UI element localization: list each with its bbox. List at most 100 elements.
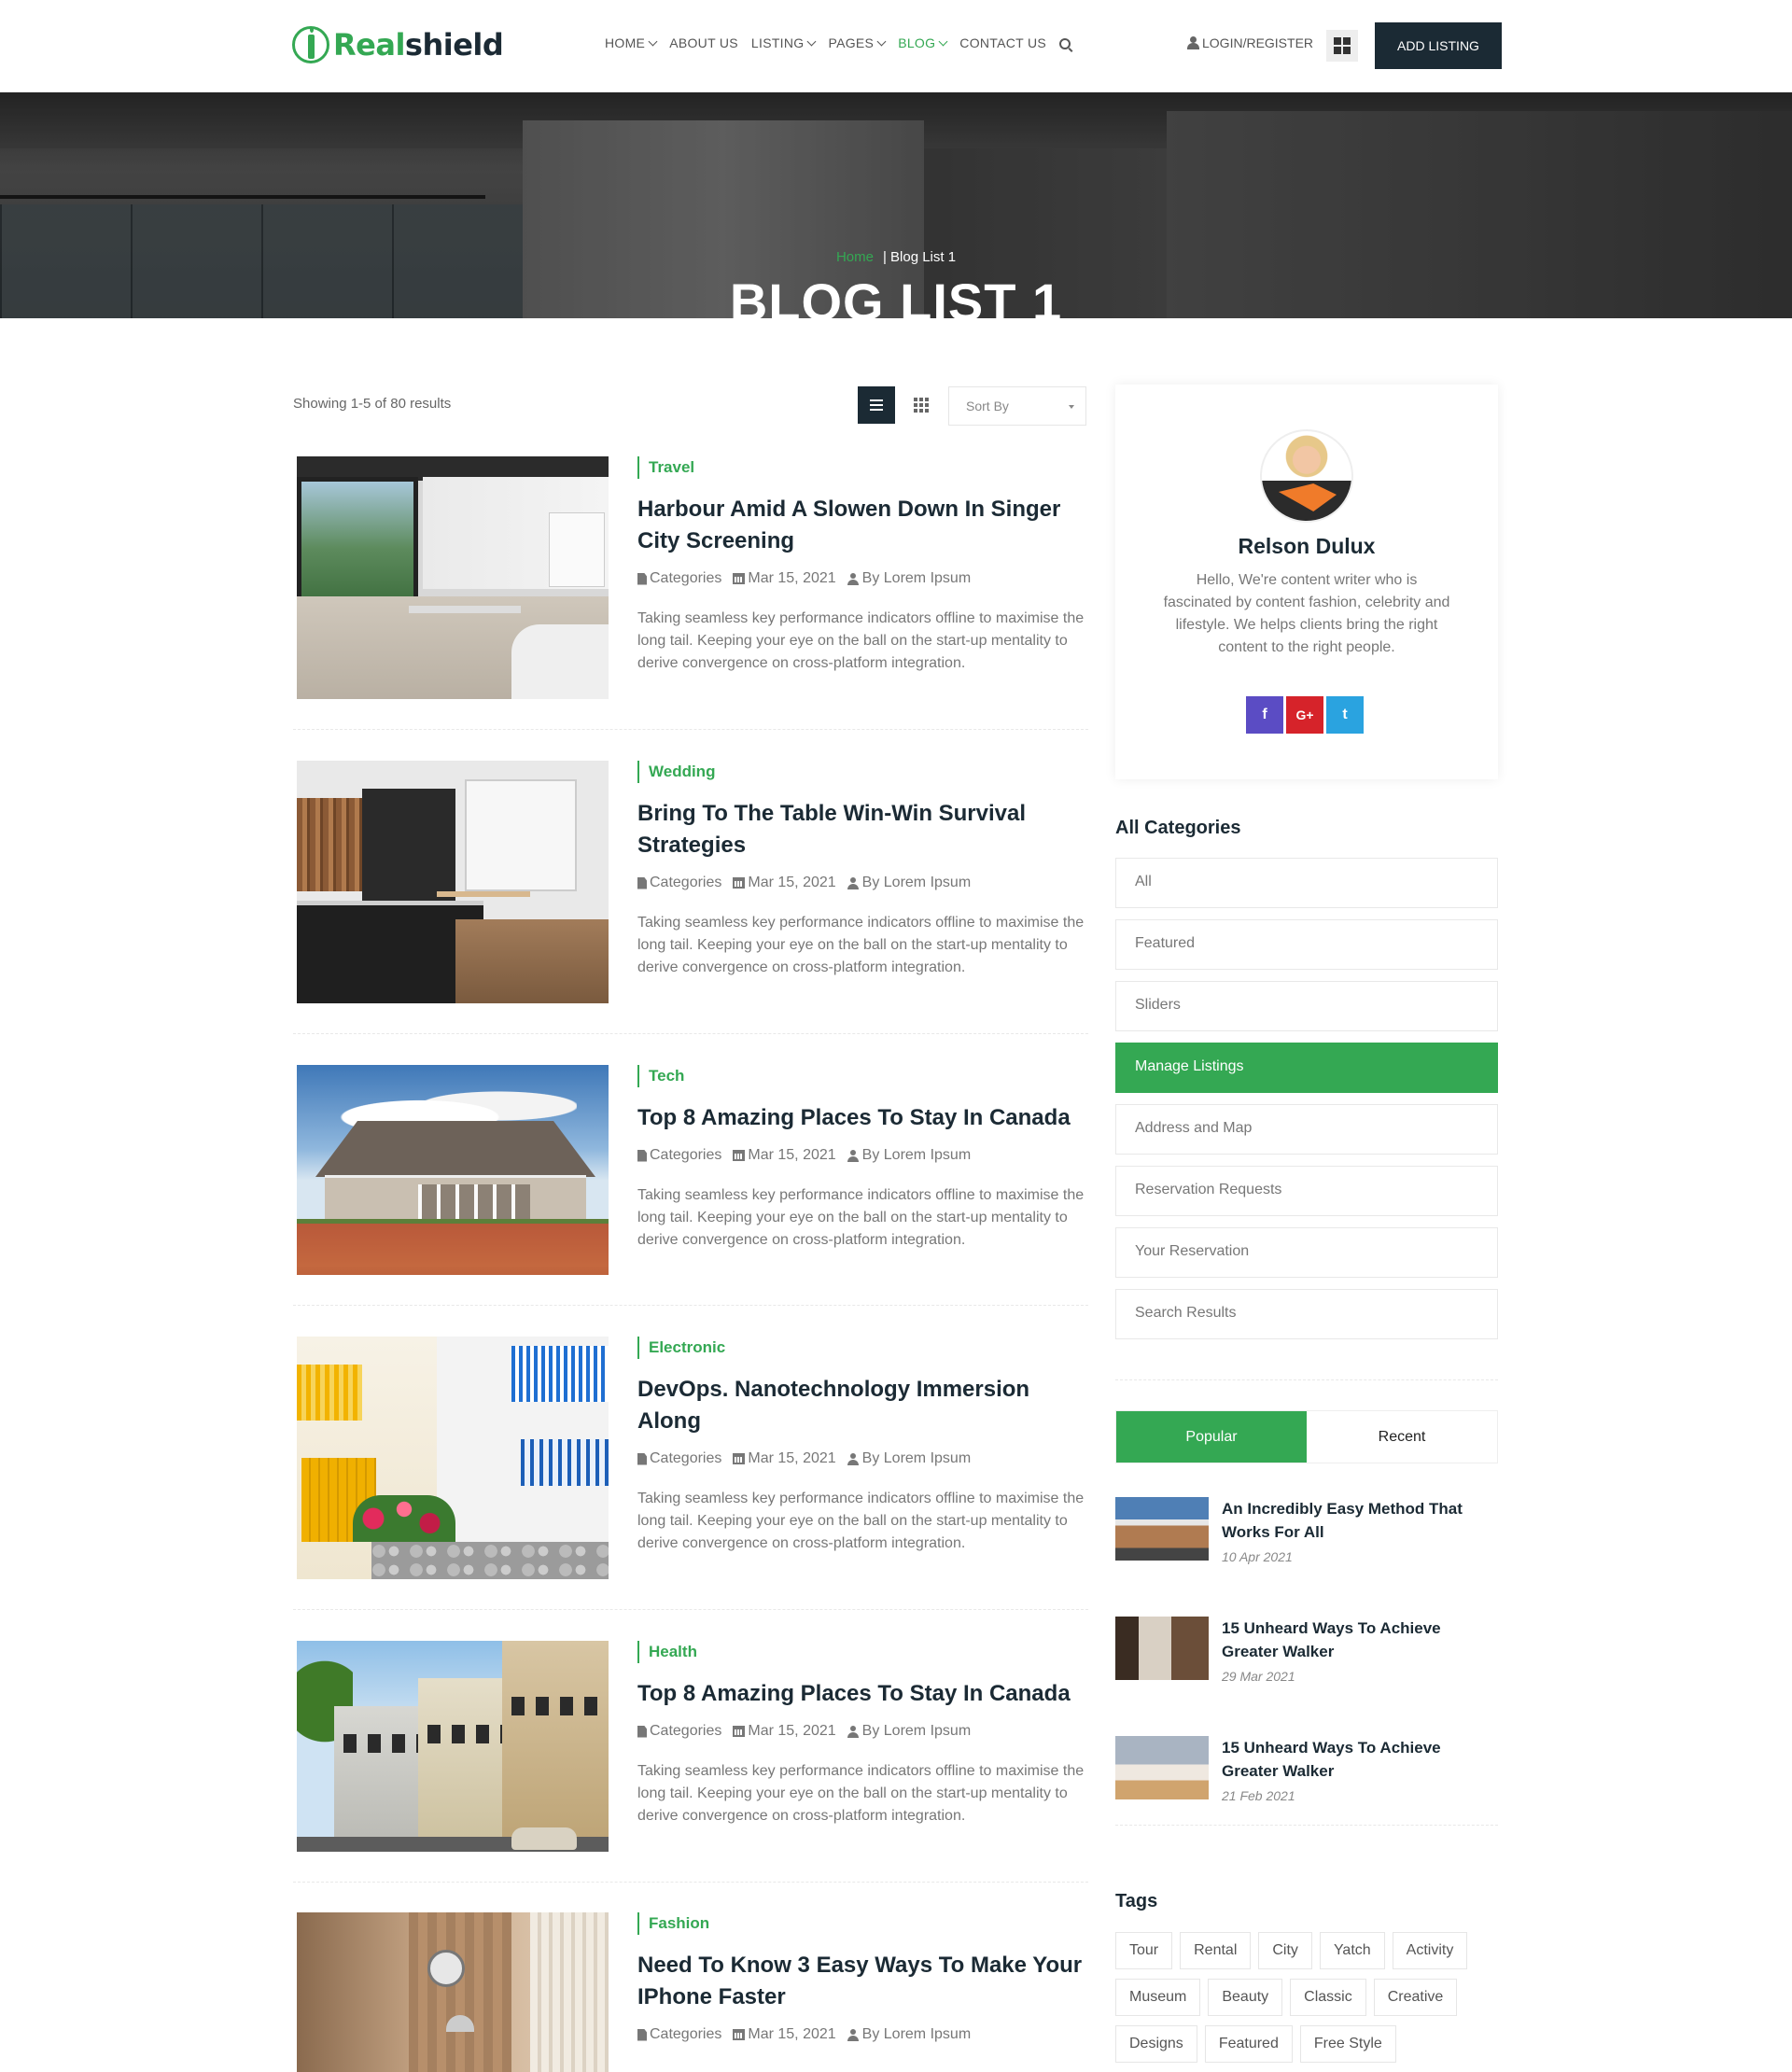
post-title[interactable]: Top 8 Amazing Places To Stay In Canada [637,1678,1085,1710]
popular-post-thumbnail [1115,1497,1209,1561]
post-title[interactable]: Top 8 Amazing Places To Stay In Canada [637,1102,1085,1134]
popular-post-title[interactable]: An Incredibly Easy Method That Works For… [1222,1497,1498,1544]
post-author[interactable]: By Lorem Ipsum [862,1450,971,1467]
grid-view-button[interactable] [903,386,940,424]
post-meta-category[interactable]: Categories [650,1723,721,1740]
category-item[interactable]: Featured [1115,919,1498,970]
popular-post-title[interactable]: 15 Unheard Ways To Achieve Greater Walke… [1222,1617,1498,1663]
category-item[interactable]: Search Results [1115,1289,1498,1339]
tag-item[interactable]: Free Style [1299,2025,1396,2063]
breadcrumb: Home | Blog List 1 [0,249,1792,265]
popular-post-title[interactable]: 15 Unheard Ways To Achieve Greater Walke… [1222,1736,1498,1783]
post-date: Mar 15, 2021 [748,875,836,890]
post-title[interactable]: Need To Know 3 Easy Ways To Make Your IP… [637,1950,1085,2013]
post-category[interactable]: Travel [637,456,1085,479]
file-icon [637,1725,647,1738]
tag-item[interactable]: Tour [1115,1932,1173,1969]
main-nav: HOME ABOUT US LISTING PAGES BLOG CONTACT… [605,35,1084,50]
blog-post: Wedding Bring To The Table Win-Win Survi… [293,761,1088,1034]
social-links: f G+ t [1246,696,1364,734]
facebook-icon[interactable]: f [1246,696,1283,734]
divider [1115,1825,1498,1826]
post-category[interactable]: Tech [637,1065,1085,1087]
post-thumbnail[interactable] [297,1912,609,2072]
category-item[interactable]: All [1115,858,1498,908]
post-author[interactable]: By Lorem Ipsum [862,875,971,891]
post-title[interactable]: Bring To The Table Win-Win Survival Stra… [637,798,1085,861]
tag-item[interactable]: Classic [1290,1979,1366,2016]
popular-post-item[interactable]: 15 Unheard Ways To Achieve Greater Walke… [1115,1617,1498,1684]
nav-contact-label: CONTACT US [959,35,1047,50]
category-item[interactable]: Address and Map [1115,1104,1498,1155]
category-item[interactable]: Sliders [1115,981,1498,1031]
tag-item[interactable]: Rental [1180,1932,1252,1969]
post-author[interactable]: By Lorem Ipsum [862,2026,971,2043]
post-meta-category[interactable]: Categories [650,875,721,891]
nav-pages[interactable]: PAGES [828,35,887,50]
post-meta-category[interactable]: Categories [650,570,721,587]
post-date: Mar 15, 2021 [748,2026,836,2042]
list-icon [870,399,883,401]
google-plus-icon[interactable]: G+ [1286,696,1323,734]
nav-about[interactable]: ABOUT US [669,35,738,50]
post-title[interactable]: DevOps. Nanotechnology Immersion Along [637,1374,1085,1437]
post-author[interactable]: By Lorem Ipsum [862,1723,971,1740]
chevron-down-icon [648,36,658,46]
post-meta-category[interactable]: Categories [650,1450,721,1467]
logo-text-green: Real [333,27,405,63]
twitter-icon[interactable]: t [1326,696,1364,734]
divider [293,1305,1088,1306]
category-item-active[interactable]: Manage Listings [1115,1043,1498,1093]
popular-post-item[interactable]: An Incredibly Easy Method That Works For… [1115,1497,1498,1564]
user-icon [847,2028,859,2041]
post-meta-category[interactable]: Categories [650,2026,721,2043]
caret-down-icon [1069,405,1074,409]
popular-post-date: 10 Apr 2021 [1222,1549,1293,1564]
popular-post-item[interactable]: 15 Unheard Ways To Achieve Greater Walke… [1115,1736,1498,1803]
nav-home[interactable]: HOME [605,35,658,50]
post-author[interactable]: By Lorem Ipsum [862,1147,971,1164]
post-thumbnail[interactable] [297,761,609,1003]
tag-item[interactable]: City [1258,1932,1312,1969]
post-meta: Categories Mar 15, 2021 By Lorem Ipsum [637,1147,1085,1164]
tag-item[interactable]: Activity [1392,1932,1468,1969]
tag-item[interactable]: Yatch [1319,1932,1385,1969]
post-thumbnail[interactable] [297,1641,609,1852]
calendar-icon [733,1150,746,1161]
tag-item[interactable]: Museum [1115,1979,1201,2016]
post-thumbnail[interactable] [297,1065,609,1275]
add-listing-button[interactable]: ADD LISTING [1375,22,1502,69]
nav-contact[interactable]: CONTACT US [959,35,1046,50]
tag-item[interactable]: Designs [1115,2025,1197,2063]
post-meta: Categories Mar 15, 2021 By Lorem Ipsum [637,2026,1085,2043]
divider [293,1882,1088,1883]
sort-by-select[interactable]: Sort By [948,386,1086,426]
tab-popular[interactable]: Popular [1116,1411,1307,1463]
post-meta-category[interactable]: Categories [650,1147,721,1164]
post-category[interactable]: Fashion [637,1912,1085,1935]
post-category[interactable]: Health [637,1641,1085,1663]
post-title[interactable]: Harbour Amid A Slowen Down In Singer Cit… [637,494,1085,557]
tag-item[interactable]: Beauty [1208,1979,1283,2016]
post-thumbnail[interactable] [297,456,609,699]
site-logo[interactable]: Realshield [292,26,504,63]
nav-search[interactable] [1059,35,1071,50]
list-view-button[interactable] [858,386,895,424]
category-item[interactable]: Your Reservation [1115,1227,1498,1278]
category-item[interactable]: Reservation Requests [1115,1166,1498,1216]
file-icon [637,876,647,889]
nav-listing[interactable]: LISTING [751,35,817,50]
divider [293,1033,1088,1034]
avatar [1260,429,1353,523]
post-category[interactable]: Electronic [637,1337,1085,1359]
login-register-link[interactable]: LOGIN/REGISTER [1187,35,1313,50]
post-thumbnail[interactable] [297,1337,609,1579]
tag-item[interactable]: Creative [1373,1979,1458,2016]
post-category[interactable]: Wedding [637,761,1085,783]
tag-item[interactable]: Featured [1204,2025,1293,2063]
nav-blog[interactable]: BLOG [898,35,948,50]
post-author[interactable]: By Lorem Ipsum [862,570,971,587]
tab-recent[interactable]: Recent [1307,1411,1497,1463]
apps-grid-button[interactable] [1326,30,1358,62]
breadcrumb-home[interactable]: Home [836,249,874,265]
